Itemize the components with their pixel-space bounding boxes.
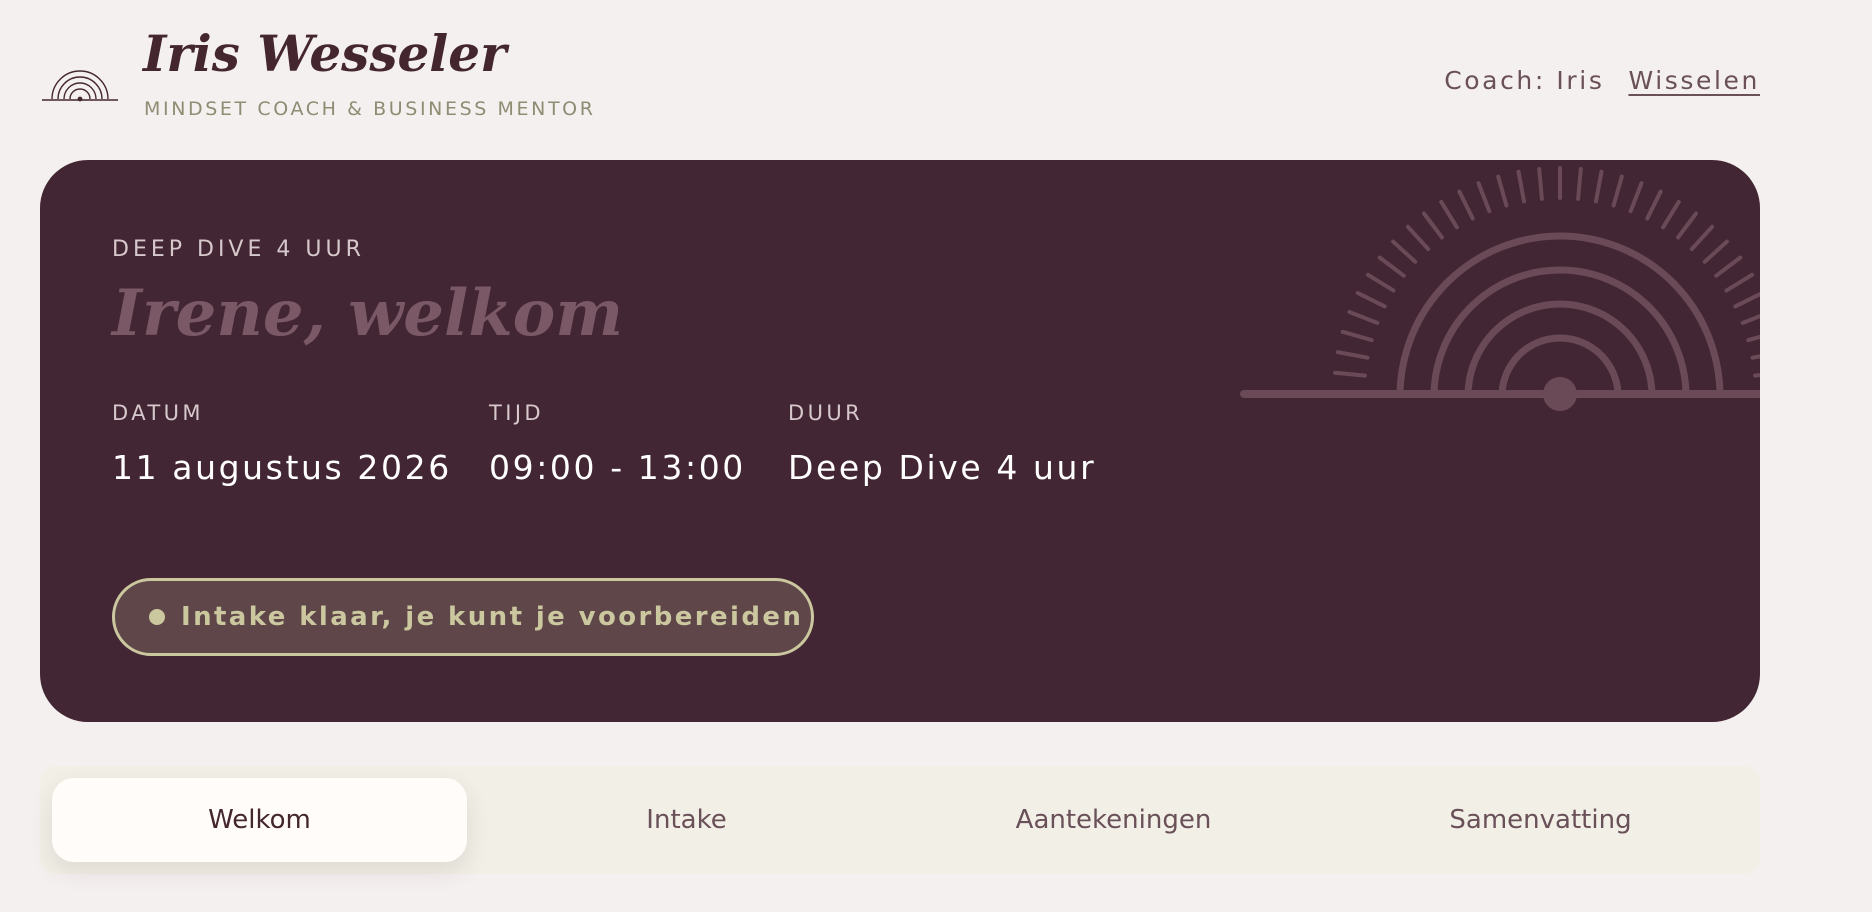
sun-ray	[1676, 211, 1698, 240]
sun-ray	[1645, 189, 1663, 221]
sunrise-icon	[42, 70, 118, 102]
sun-ray	[1335, 350, 1370, 360]
sun-ray	[1333, 370, 1367, 378]
sun-ray	[1611, 174, 1624, 208]
sunrise-icon	[1240, 166, 1760, 411]
sun-ray	[1724, 272, 1754, 293]
sun-ray	[1689, 224, 1715, 251]
sun-ray	[1377, 255, 1406, 278]
welcome-heading: Irene, welkom	[112, 276, 624, 351]
switch-coach-link[interactable]: Wisselen	[1628, 66, 1760, 95]
sun-ray	[1714, 255, 1743, 278]
date-detail: DATUM 11 augustus 2026	[112, 400, 452, 488]
session-hero-card: DEEP DIVE 4 UUR Irene, welkom DATUM 11 a…	[40, 160, 1760, 722]
sun-ray	[1340, 329, 1374, 343]
sun-ray	[1439, 199, 1459, 230]
sun-ray	[1405, 224, 1431, 251]
brand-name: Iris Wesseler	[143, 24, 507, 83]
sun-ray	[1516, 169, 1526, 204]
sun-ray	[1347, 310, 1380, 325]
section-tabs: Welkom Intake Aantekeningen Samenvatting	[40, 766, 1760, 874]
date-label: DATUM	[112, 401, 204, 425]
brand-tagline: MINDSET COACH & BUSINESS MENTOR	[144, 98, 596, 120]
duration-value: Deep Dive 4 uur	[788, 448, 1097, 487]
sun-ray	[1576, 167, 1583, 201]
sun-ray	[1366, 272, 1396, 293]
coach-label: Coach: Iris	[1444, 66, 1605, 95]
session-type-label: DEEP DIVE 4 UUR	[112, 237, 365, 262]
sun-ray	[1628, 181, 1644, 214]
sun-ray	[1661, 199, 1681, 230]
sun-ray	[1733, 291, 1760, 309]
sun-ray	[1537, 167, 1544, 201]
tab-intake[interactable]: Intake	[479, 778, 894, 862]
coach-switcher: Coach: Iris Wisselen	[1444, 66, 1760, 95]
sun-ray	[1753, 373, 1760, 378]
status-text: Intake klaar, je kunt je voorbereiden	[181, 602, 804, 632]
sun-ray	[1457, 189, 1475, 221]
tab-samenvatting[interactable]: Samenvatting	[1333, 778, 1748, 862]
time-detail: TIJD 09:00 - 13:00	[489, 400, 746, 488]
duration-detail: DUUR Deep Dive 4 uur	[788, 400, 1096, 488]
tab-aantekeningen[interactable]: Aantekeningen	[906, 778, 1321, 862]
time-label: TIJD	[489, 401, 544, 425]
time-value: 09:00 - 13:00	[489, 448, 746, 487]
sun-ray	[1476, 181, 1492, 214]
sun-ray	[1422, 211, 1444, 240]
sun-ray	[1355, 291, 1387, 309]
sun-ray	[1746, 334, 1760, 343]
duration-label: DUUR	[788, 401, 864, 425]
sun-ray	[1702, 239, 1729, 264]
sun-ray	[1594, 169, 1604, 204]
tab-welkom[interactable]: Welkom	[52, 778, 467, 862]
site-header: Iris Wesseler MINDSET COACH & BUSINESS M…	[0, 0, 1872, 140]
status-badge: Intake klaar, je kunt je voorbereiden	[112, 578, 814, 656]
status-dot-icon	[149, 609, 165, 625]
sun-ray	[1750, 354, 1760, 360]
sun-ray	[1740, 313, 1760, 325]
sun-ray	[1391, 239, 1418, 264]
date-value: 11 augustus 2026	[112, 448, 452, 487]
sun-ray	[1496, 174, 1509, 208]
